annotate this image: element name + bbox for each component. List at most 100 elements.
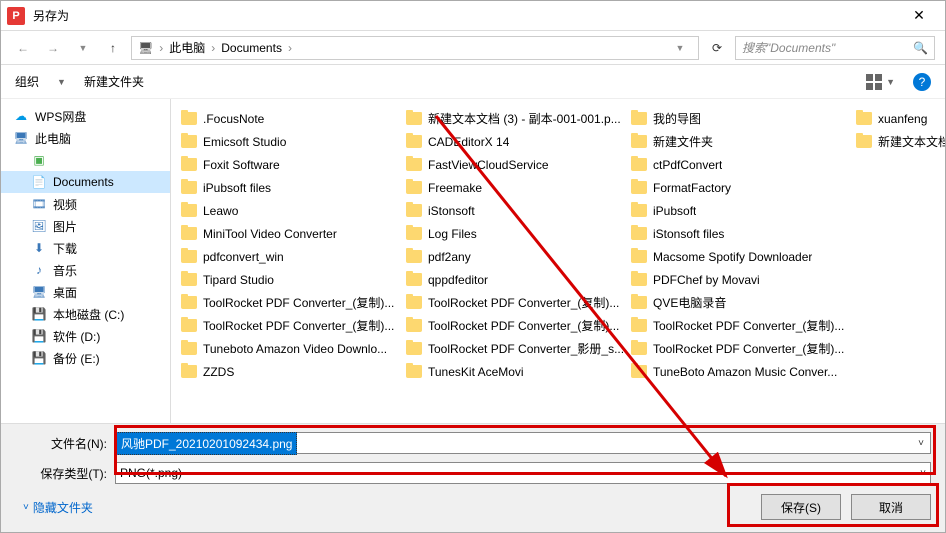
chevron-down-icon[interactable]: ˅ — [920, 468, 926, 479]
folder-label: iPubsoft — [653, 204, 696, 218]
folder-item[interactable]: pdfconvert_win — [177, 245, 402, 268]
breadcrumb-item[interactable]: Documents — [221, 41, 282, 55]
cancel-button[interactable]: 取消 — [851, 494, 931, 520]
folder-item[interactable]: iStonsoft — [402, 199, 627, 222]
sidebar-item[interactable]: 🖥此电脑 — [1, 127, 170, 149]
address-dropdown-icon[interactable]: ▼ — [668, 36, 692, 60]
sidebar-item[interactable]: ☁WPS网盘 — [1, 105, 170, 127]
folder-item[interactable]: Log Files — [402, 222, 627, 245]
folder-item[interactable]: ToolRocket PDF Converter_影册_s... — [402, 337, 627, 360]
chevron-down-icon[interactable]: ▼ — [57, 77, 66, 87]
sidebar-item[interactable]: ▣ — [1, 149, 170, 171]
folder-label: TuneBoto Amazon Music Conver... — [653, 365, 837, 379]
sidebar-item-label: 下载 — [53, 240, 77, 257]
sidebar-item[interactable]: 📄Documents — [1, 171, 170, 193]
sidebar-item[interactable]: 🖼图片 — [1, 215, 170, 237]
sidebar-item[interactable]: 🎞视频 — [1, 193, 170, 215]
folder-icon — [631, 112, 647, 125]
folder-item[interactable]: pdf2any — [402, 245, 627, 268]
sidebar-item[interactable]: 💾本地磁盘 (C:) — [1, 303, 170, 325]
folder-item[interactable]: QVE电脑录音 — [627, 291, 852, 314]
nav-forward-button[interactable]: → — [41, 36, 65, 60]
folder-label: iPubsoft files — [203, 181, 271, 195]
folder-icon — [181, 365, 197, 378]
nav-up-button[interactable]: ↑ — [101, 36, 125, 60]
view-mode-button[interactable]: ▼ — [866, 74, 895, 90]
folder-label: 新建文本文档 (3) - 副本.pdf.extract... — [878, 133, 945, 150]
search-input[interactable]: 搜索"Documents" 🔍 — [735, 36, 935, 60]
folder-item[interactable]: Emicsoft Studio — [177, 130, 402, 153]
folder-item[interactable]: Macsome Spotify Downloader — [627, 245, 852, 268]
folder-icon — [181, 227, 197, 240]
refresh-button[interactable]: ⟳ — [705, 36, 729, 60]
address-bar[interactable]: 🖥 › 此电脑 › Documents › ▼ — [131, 36, 699, 60]
sidebar-item[interactable]: 💾软件 (D:) — [1, 325, 170, 347]
folder-item[interactable]: CADEditorX 14 — [402, 130, 627, 153]
folder-item[interactable]: Freemake — [402, 176, 627, 199]
folder-icon — [181, 158, 197, 171]
folder-item[interactable]: ctPdfConvert — [627, 153, 852, 176]
folder-label: 新建文本文档 (3) - 副本-001-001.p... — [428, 110, 621, 127]
folder-item[interactable]: MiniTool Video Converter — [177, 222, 402, 245]
folder-item[interactable]: iPubsoft — [627, 199, 852, 222]
folder-item[interactable]: ToolRocket PDF Converter_(复制)... — [627, 337, 852, 360]
folder-icon — [631, 273, 647, 286]
folder-item[interactable]: 新建文本文档 (3) - 副本.pdf.extract... — [852, 130, 945, 153]
folder-label: FormatFactory — [653, 181, 731, 195]
folder-item[interactable]: ToolRocket PDF Converter_(复制)... — [177, 291, 402, 314]
folder-label: pdfconvert_win — [203, 250, 284, 264]
folder-item[interactable]: .FocusNote — [177, 107, 402, 130]
folder-item[interactable]: ToolRocket PDF Converter_(复制)... — [402, 291, 627, 314]
folder-item[interactable]: PDFChef by Movavi — [627, 268, 852, 291]
sidebar-item-label: 备份 (E:) — [53, 350, 100, 367]
nav-back-button[interactable]: ← — [11, 36, 35, 60]
folder-item[interactable]: TunesKit AceMovi — [402, 360, 627, 383]
folder-item[interactable]: iPubsoft files — [177, 176, 402, 199]
nav-recent-dropdown[interactable]: ▼ — [71, 36, 95, 60]
folder-label: ToolRocket PDF Converter_(复制)... — [428, 317, 619, 334]
folder-item[interactable]: qppdfeditor — [402, 268, 627, 291]
sidebar-item[interactable]: 🖥桌面 — [1, 281, 170, 303]
search-placeholder: 搜索"Documents" — [742, 39, 907, 56]
folder-label: qppdfeditor — [428, 273, 488, 287]
hide-folders-link[interactable]: ˅ 隐藏文件夹 — [15, 499, 93, 516]
folder-item[interactable]: ToolRocket PDF Converter_(复制)... — [402, 314, 627, 337]
folder-icon — [406, 365, 422, 378]
folder-item[interactable]: FormatFactory — [627, 176, 852, 199]
chevron-right-icon: › — [211, 41, 215, 55]
folder-item[interactable]: Tuneboto Amazon Video Downlo... — [177, 337, 402, 360]
folder-item[interactable]: ToolRocket PDF Converter_(复制)... — [627, 314, 852, 337]
folder-label: .FocusNote — [203, 112, 264, 126]
sidebar-item[interactable]: 💾备份 (E:) — [1, 347, 170, 369]
filename-value: 风驰PDF_20210201092434.png — [116, 432, 297, 455]
new-folder-button[interactable]: 新建文件夹 — [84, 73, 144, 90]
folder-label: ToolRocket PDF Converter_(复制)... — [203, 317, 394, 334]
folder-item[interactable]: iStonsoft files — [627, 222, 852, 245]
folder-item[interactable]: ToolRocket PDF Converter_(复制)... — [177, 314, 402, 337]
organize-menu[interactable]: 组织 — [15, 73, 39, 90]
folder-item[interactable]: Foxit Software — [177, 153, 402, 176]
save-button[interactable]: 保存(S) — [761, 494, 841, 520]
folder-item[interactable]: TuneBoto Amazon Music Conver... — [627, 360, 852, 383]
chevron-down-icon[interactable]: ˅ — [918, 438, 930, 449]
disk-icon: 💾 — [31, 329, 47, 343]
folder-item[interactable]: 新建文本文档 (3) - 副本-001-001.p... — [402, 107, 627, 130]
folder-item[interactable]: Tipard Studio — [177, 268, 402, 291]
folder-item[interactable]: 新建文件夹 — [627, 130, 852, 153]
sidebar-item[interactable]: ⬇下载 — [1, 237, 170, 259]
filetype-select[interactable]: PNG(*.png) ˅ — [115, 462, 931, 484]
sidebar-item[interactable]: ♪音乐 — [1, 259, 170, 281]
folder-item[interactable]: xuanfeng — [852, 107, 945, 130]
help-icon[interactable]: ? — [913, 73, 931, 91]
breadcrumb-item[interactable]: 此电脑 — [169, 39, 205, 56]
sidebar-item-label: 本地磁盘 (C:) — [53, 306, 124, 323]
folder-item[interactable]: FastViewCloudService — [402, 153, 627, 176]
folder-item[interactable]: Leawo — [177, 199, 402, 222]
folder-label: pdf2any — [428, 250, 471, 264]
folder-item[interactable]: ZZDS — [177, 360, 402, 383]
folder-icon — [631, 135, 647, 148]
folder-item[interactable]: 我的导图 — [627, 107, 852, 130]
filename-input[interactable]: 风驰PDF_20210201092434.png ˅ — [115, 432, 931, 454]
close-button[interactable]: ✕ — [899, 2, 939, 30]
app-icon: P — [7, 7, 25, 25]
